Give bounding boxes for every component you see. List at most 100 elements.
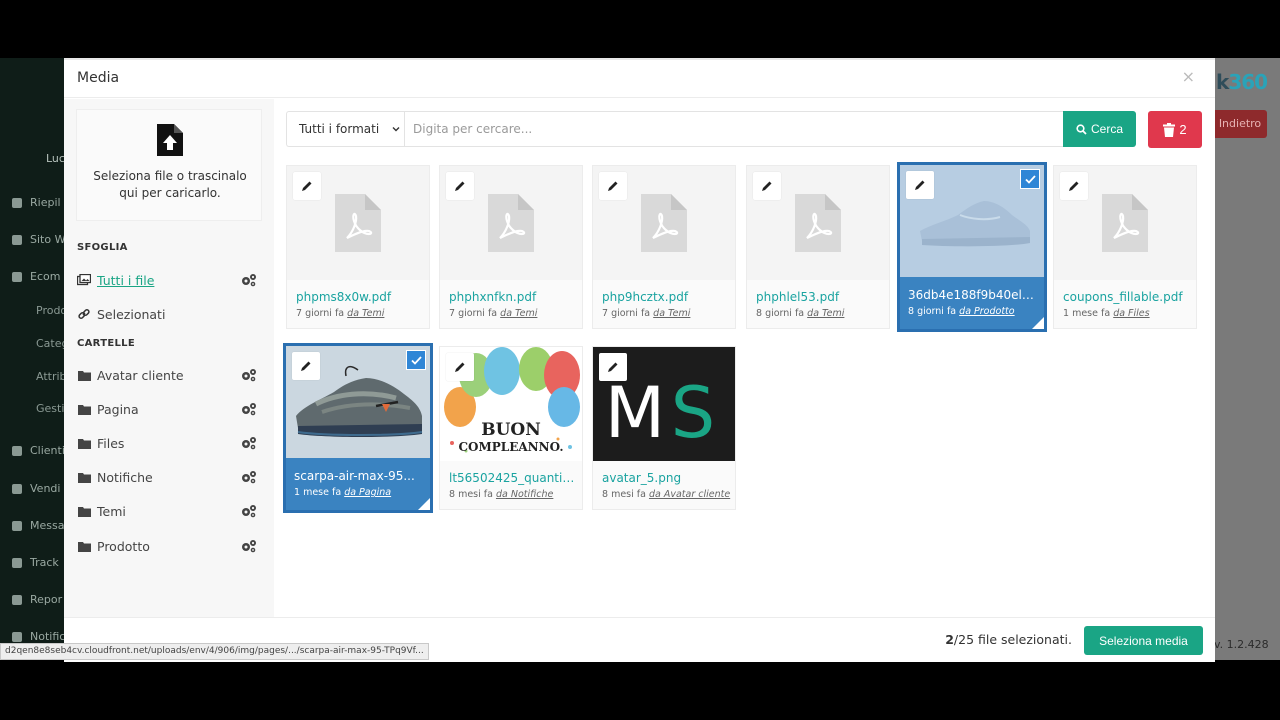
- file-source-link[interactable]: da Temi: [500, 308, 537, 319]
- pencil-icon: [302, 181, 312, 191]
- folder-prodotto[interactable]: Prodotto: [77, 535, 257, 557]
- file-upload-icon: [157, 124, 183, 156]
- file-source-link[interactable]: da Temi: [807, 308, 844, 319]
- background-sidebar: Luc Riepil Sito W Ecom Prodo Categ Attri…: [0, 58, 64, 660]
- pencil-icon: [301, 361, 311, 371]
- edit-button[interactable]: [1060, 172, 1088, 200]
- main-pane: Tutti i formati Cerca 2 phpms8x0w.pdf 7 …: [274, 99, 1215, 617]
- gears-icon[interactable]: [241, 273, 257, 287]
- balloons-text-line-2: COMPLEANNO.: [458, 440, 563, 454]
- pdf-file-icon: [795, 194, 841, 252]
- media-card[interactable]: coupons_fillable.pdf 1 mese fa da Files: [1053, 165, 1197, 329]
- folder-notifiche[interactable]: Notifiche: [77, 466, 257, 488]
- media-card[interactable]: phphlel53.pdf 8 giorni fa da Temi: [746, 165, 890, 329]
- file-name: avatar_5.png: [602, 471, 682, 485]
- background-right-area: [1215, 58, 1280, 660]
- folder-label: Pagina: [97, 401, 139, 417]
- nav-all-files[interactable]: Tutti i file: [77, 269, 257, 291]
- edit-button[interactable]: [753, 172, 781, 200]
- file-name: scarpa-air-max-95...: [294, 469, 415, 483]
- selected-count-number: 2: [945, 632, 954, 647]
- gears-icon[interactable]: [241, 539, 257, 553]
- media-card-selected[interactable]: scarpa-air-max-95... 1 mese fa da Pagina: [283, 343, 433, 513]
- file-source-link[interactable]: da Temi: [347, 308, 384, 319]
- resize-corner: [1032, 317, 1044, 329]
- background-nav-item: Clienti: [12, 444, 64, 457]
- file-source-link[interactable]: da Avatar cliente: [649, 489, 730, 500]
- file-source-link[interactable]: da Temi: [653, 308, 690, 319]
- nav-selected[interactable]: Selezionati: [77, 303, 257, 325]
- media-card[interactable]: M S avatar_5.png 8 mesi fa da Avatar cli…: [592, 346, 736, 510]
- folder-icon: [77, 505, 91, 517]
- format-select[interactable]: Tutti i formati: [286, 111, 404, 147]
- users-icon: [12, 445, 22, 456]
- gears-icon[interactable]: [241, 470, 257, 484]
- checkmark-icon[interactable]: [1020, 169, 1040, 189]
- site-icon: [12, 234, 22, 245]
- pdf-file-icon: [335, 194, 381, 252]
- edit-button[interactable]: [446, 172, 474, 200]
- folder-files[interactable]: Files: [77, 432, 257, 454]
- chart-icon: [12, 557, 22, 568]
- background-subitem: Attrib: [36, 370, 64, 383]
- nav-all-files-label: Tutti i file: [97, 272, 155, 288]
- folder-avatar-cliente[interactable]: Avatar cliente: [77, 364, 257, 386]
- media-card[interactable]: phpms8x0w.pdf 7 giorni fa da Temi: [286, 165, 430, 329]
- search-button[interactable]: Cerca: [1063, 111, 1136, 147]
- file-name: 36db4e188f9b40elb...: [908, 288, 1036, 302]
- message-icon: [12, 520, 22, 531]
- folder-icon: [77, 437, 91, 449]
- file-age: 1 mese fa: [1063, 308, 1111, 319]
- gears-icon[interactable]: [241, 504, 257, 518]
- file-age: 7 giorni fa: [449, 308, 498, 319]
- file-meta: 1 mese fa da Files: [1063, 308, 1193, 319]
- modal-header: Media ×: [64, 60, 1215, 98]
- gears-icon[interactable]: [241, 436, 257, 450]
- status-bar-url: d2qen8e8seb4cv.cloudfront.net/uploads/en…: [0, 643, 429, 660]
- search-input[interactable]: [404, 111, 1064, 147]
- file-meta: 8 mesi fa da Notifiche: [449, 489, 579, 500]
- pdf-file-icon: [641, 194, 687, 252]
- media-card[interactable]: phphxnfkn.pdf 7 giorni fa da Temi: [439, 165, 583, 329]
- media-card[interactable]: BUON COMPLEANNO. lt56502425_quantiz... 8…: [439, 346, 583, 510]
- pencil-icon: [762, 181, 772, 191]
- letterbox-bottom: [0, 660, 1280, 720]
- browse-heading: SFOGLIA: [77, 242, 128, 253]
- folder-pagina[interactable]: Pagina: [77, 398, 257, 420]
- nav-selected-label: Selezionati: [97, 306, 166, 322]
- upload-dropzone[interactable]: Seleziona file o trascinalo qui per cari…: [76, 109, 262, 221]
- close-icon[interactable]: ×: [1182, 69, 1195, 85]
- file-meta: 8 giorni fa da Prodotto: [908, 306, 1038, 317]
- pencil-icon: [455, 362, 465, 372]
- file-meta: 8 mesi fa da Avatar cliente: [602, 489, 732, 500]
- checkmark-icon[interactable]: [406, 350, 426, 370]
- folder-label: Prodotto: [97, 538, 150, 554]
- file-source-link[interactable]: da Prodotto: [959, 306, 1014, 317]
- file-source-link[interactable]: da Files: [1113, 308, 1149, 319]
- pencil-icon: [455, 181, 465, 191]
- select-media-button[interactable]: Seleziona media: [1084, 626, 1203, 655]
- gears-icon[interactable]: [241, 368, 257, 382]
- file-source-link[interactable]: da Pagina: [344, 487, 391, 498]
- trash-icon: [1163, 122, 1176, 137]
- folder-temi[interactable]: Temi: [77, 500, 257, 522]
- edit-button[interactable]: [599, 353, 627, 381]
- delete-selected-button[interactable]: 2: [1148, 111, 1202, 148]
- file-source-link[interactable]: da Notifiche: [496, 489, 553, 500]
- file-name: php9hcztx.pdf: [602, 290, 689, 304]
- media-card[interactable]: php9hcztx.pdf 7 giorni fa da Temi: [592, 165, 736, 329]
- modal-title: Media: [77, 70, 120, 86]
- edit-button[interactable]: [292, 352, 320, 380]
- selected-count-text: /25 file selezionati.: [953, 632, 1072, 647]
- edit-button[interactable]: [906, 171, 934, 199]
- folder-label: Notifiche: [97, 469, 153, 485]
- folder-label: Avatar cliente: [97, 367, 184, 383]
- folder-icon: [77, 540, 91, 552]
- file-age: 7 giorni fa: [296, 308, 345, 319]
- media-card-selected[interactable]: 36db4e188f9b40elb... 8 giorni fa da Prod…: [897, 162, 1047, 332]
- edit-button[interactable]: [293, 172, 321, 200]
- edit-button[interactable]: [599, 172, 627, 200]
- gears-icon[interactable]: [241, 402, 257, 416]
- resize-corner: [418, 498, 430, 510]
- edit-button[interactable]: [446, 353, 474, 381]
